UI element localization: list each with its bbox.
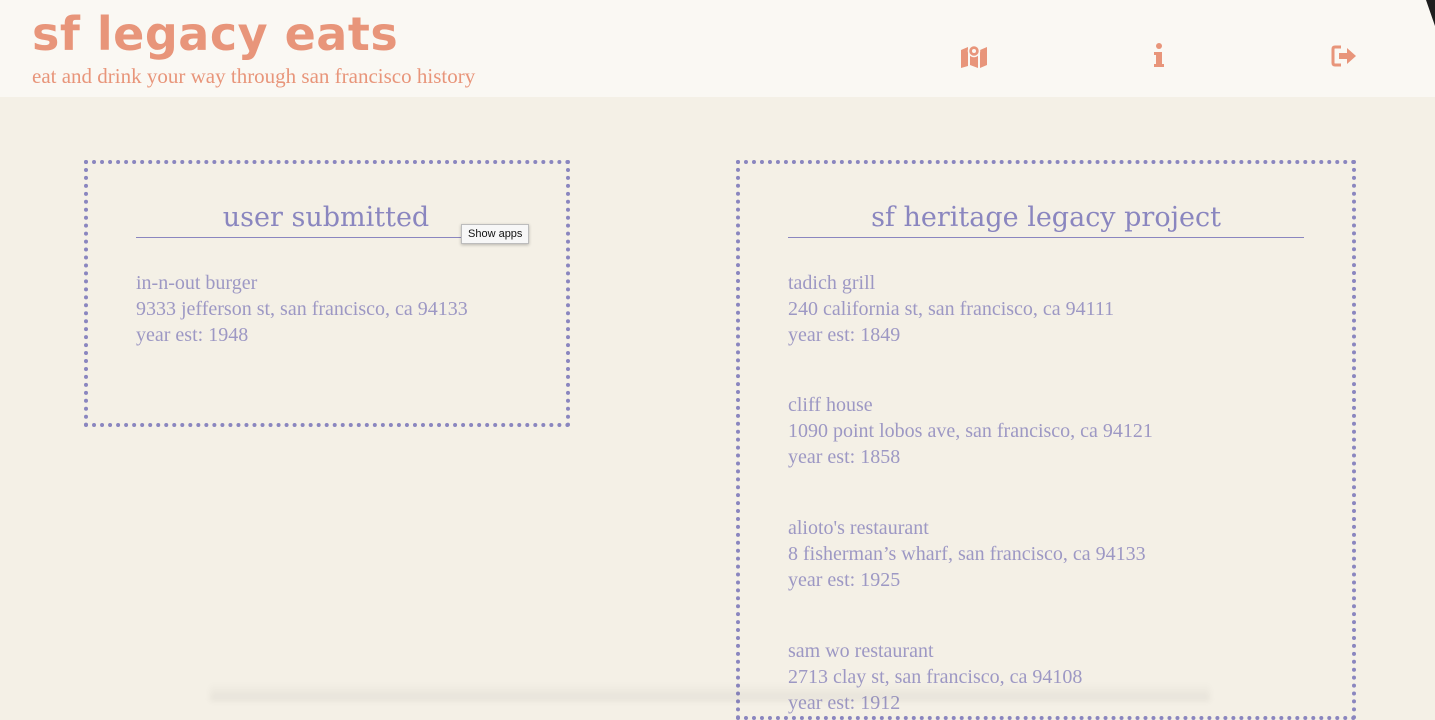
user-submitted-panel: user submitted in-n-out burger 9333 jeff… (84, 160, 570, 427)
restaurant-address: 8 fisherman’s wharf, san francisco, ca 9… (788, 543, 1146, 565)
map-icon[interactable] (958, 40, 990, 72)
panel-title: sf heritage legacy project (788, 200, 1304, 238)
restaurant-name: alioto's restaurant (788, 517, 929, 539)
restaurant-name: tadich grill (788, 272, 876, 294)
restaurant-year: year est: 1925 (788, 569, 901, 591)
restaurant-year: year est: 1858 (788, 446, 901, 468)
list-item[interactable]: tadich grill 240 california st, san fran… (788, 270, 1114, 348)
list-item[interactable]: in-n-out burger 9333 jefferson st, san f… (136, 270, 468, 348)
restaurant-address: 9333 jefferson st, san francisco, ca 941… (136, 298, 468, 320)
panel-title: user submitted (136, 200, 516, 238)
list-item[interactable]: sam wo restaurant 2713 clay st, san fran… (788, 638, 1082, 716)
restaurant-address: 240 california st, san francisco, ca 941… (788, 298, 1115, 320)
list-item[interactable]: alioto's restaurant 8 fisherman’s wharf,… (788, 515, 1146, 593)
legacy-project-panel: sf heritage legacy project tadich grill … (736, 160, 1356, 720)
show-apps-tooltip: Show apps (461, 224, 530, 244)
restaurant-year: year est: 1948 (136, 324, 249, 346)
list-item[interactable]: cliff house 1090 point lobos ave, san fr… (788, 392, 1153, 470)
site-tagline: eat and drink your way through san franc… (32, 64, 476, 88)
restaurant-name: cliff house (788, 394, 873, 416)
restaurant-name: in-n-out burger (136, 272, 258, 294)
restaurant-year: year est: 1849 (788, 324, 901, 346)
restaurant-name: sam wo restaurant (788, 640, 934, 662)
site-title[interactable]: sf legacy eats (32, 4, 398, 64)
restaurant-address: 1090 point lobos ave, san francisco, ca … (788, 420, 1153, 442)
sign-out-icon[interactable] (1328, 40, 1360, 72)
bottom-shadow (210, 683, 1210, 701)
site-header: sf legacy eats eat and drink your way th… (0, 0, 1435, 97)
info-icon[interactable] (1143, 40, 1175, 72)
